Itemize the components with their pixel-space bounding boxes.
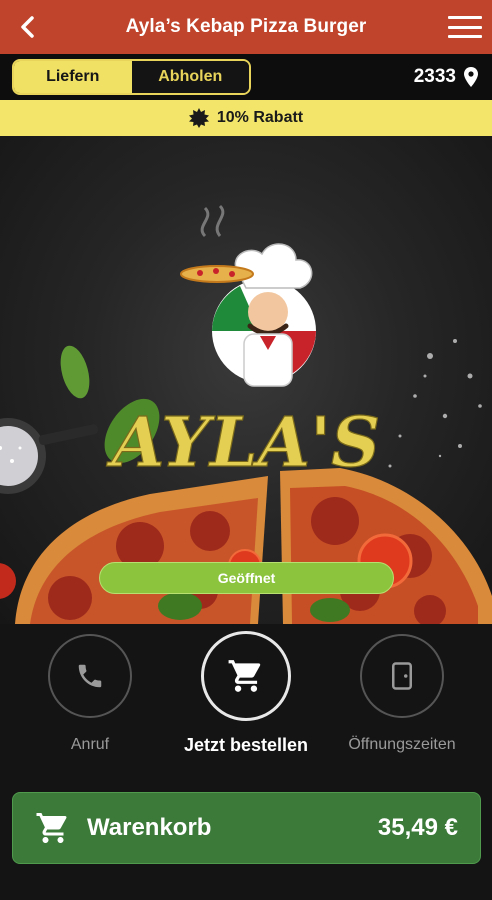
- discount-banner[interactable]: 10% Rabatt: [0, 100, 492, 136]
- map-pin-icon: [464, 67, 478, 87]
- location-selector[interactable]: 2333: [414, 66, 478, 88]
- restaurant-hero-image: AYLA'S Geöffnet: [0, 136, 492, 624]
- chevron-left-icon: [21, 16, 34, 38]
- chef-logo: [180, 204, 316, 387]
- mode-bar: Liefern Abholen 2333: [0, 54, 492, 100]
- badge-icon: [188, 108, 209, 128]
- tab-pickup[interactable]: Abholen: [131, 61, 249, 93]
- opening-hours-action: Öffnungszeiten: [327, 634, 477, 754]
- app-title: Ayla’s Kebap Pizza Burger: [125, 16, 367, 37]
- app-header: Ayla’s Kebap Pizza Burger: [0, 0, 492, 54]
- phone-icon: [78, 664, 102, 688]
- menu-button[interactable]: [448, 14, 482, 40]
- order-action: Jetzt bestellen: [171, 631, 321, 756]
- order-now-button[interactable]: [201, 631, 291, 721]
- opening-hours-label: Öffnungszeiten: [348, 736, 456, 753]
- open-status-badge: Geöffnet: [99, 562, 394, 594]
- door-icon: [392, 662, 412, 690]
- hamburger-menu-icon: [448, 16, 482, 19]
- pizza-background-image: AYLA'S: [0, 204, 492, 624]
- action-bar: Anruf Jetzt bestellen Öffnungszeiten: [0, 624, 492, 774]
- shopping-cart-icon: [36, 813, 67, 843]
- postcode: 2333: [413, 66, 456, 87]
- shopping-cart-icon: [228, 660, 261, 692]
- cart-total: 35,49 €: [377, 814, 458, 841]
- cart-button[interactable]: Warenkorb 35,49 €: [12, 792, 481, 864]
- call-button[interactable]: [48, 634, 132, 718]
- call-action: Anruf: [15, 634, 165, 754]
- delivery-mode-toggle: Liefern Abholen: [12, 59, 251, 95]
- tab-delivery[interactable]: Liefern: [14, 61, 132, 93]
- discount-text: 10% Rabatt: [216, 109, 304, 126]
- call-label: Anruf: [70, 736, 110, 753]
- cart-label: Warenkorb: [87, 814, 212, 841]
- logo-lettering: AYLA'S: [106, 403, 380, 483]
- back-button[interactable]: [14, 13, 40, 41]
- opening-hours-button[interactable]: [360, 634, 444, 718]
- order-now-label: Jetzt bestellen: [183, 735, 309, 755]
